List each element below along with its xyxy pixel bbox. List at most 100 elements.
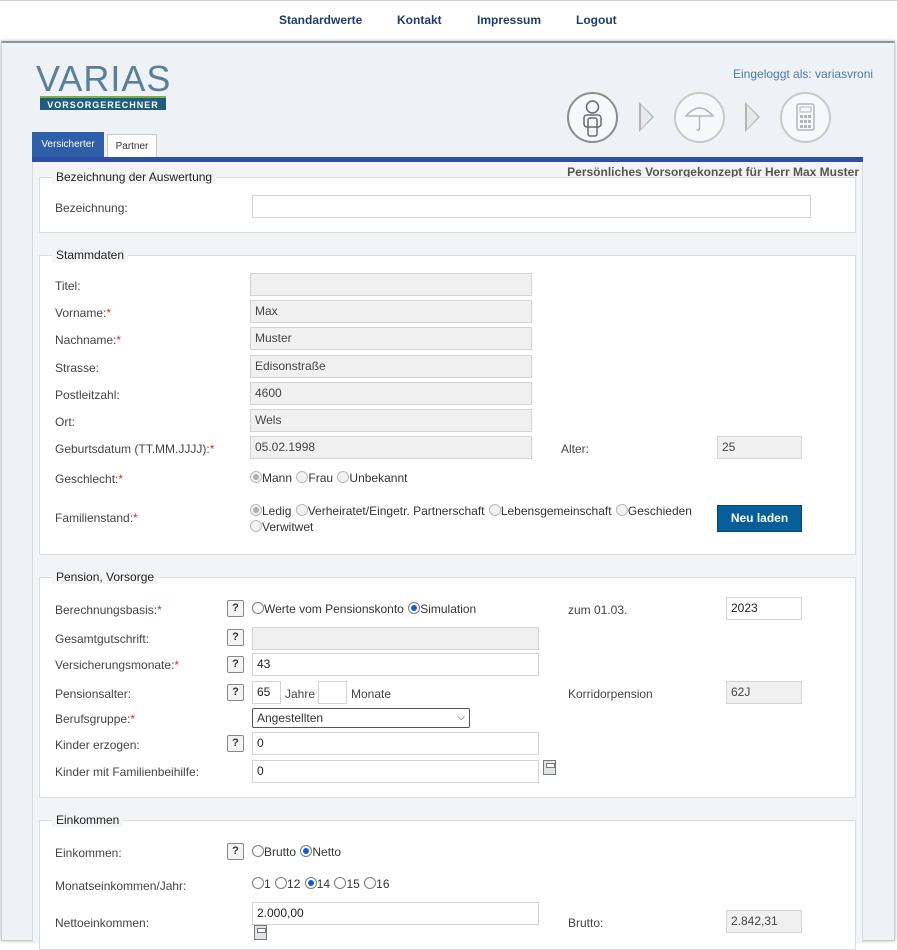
kinder-erzogen-input[interactable]: 0 [252,732,539,755]
section-legend: Einkommen [52,813,124,827]
varias-logo: VARIAS VORSORGERECHNER [36,58,172,110]
zum-jahr-input[interactable]: 2023 [726,597,802,620]
nav-impressum[interactable]: Impressum [477,13,541,27]
help-icon[interactable]: ? [227,656,244,673]
brutto-input[interactable]: 2.842,31 [726,910,802,933]
versicherungsmonate-input[interactable]: 43 [252,653,539,676]
help-icon[interactable]: ? [227,684,244,701]
radio-mann[interactable] [250,471,262,483]
radio-brutto[interactable] [252,845,264,857]
radio-1[interactable] [252,877,264,889]
alter-label: Alter: [561,442,590,456]
berufsgruppe-value: Angestellten [257,711,324,725]
berechnungsbasis-options: Werte vom Pensionskonto Simulation [252,602,477,616]
monatseinkommen-label: Monatseinkommen/Jahr: [55,879,187,893]
plz-label: Postleitzahl: [55,388,120,402]
plz-input[interactable]: 4600 [250,382,532,405]
calculator-step-icon[interactable] [780,92,831,143]
geburtsdatum-label: Geburtsdatum (TT.MM.JJJJ):* [55,442,215,456]
nettoeinkommen-input[interactable]: 2.000,00 [252,902,539,925]
radio-14[interactable] [304,877,317,889]
ort-input[interactable]: Wels [250,409,532,432]
radio-16[interactable] [364,877,377,889]
logo-word: VARIAS [36,58,172,99]
strasse-label: Strasse: [55,361,100,375]
einkommen-options: Brutto Netto [252,845,342,859]
nav-kontakt[interactable]: Kontakt [397,13,442,27]
help-icon[interactable]: ? [227,843,244,860]
step-arrow-icon [639,102,654,132]
chevron-down-icon: ⌵ [457,712,465,723]
alter-input[interactable]: 25 [717,436,802,459]
calculator-icon[interactable] [254,925,267,940]
geschlecht-options: Mann Frau Unbekannt [250,471,408,485]
nachname-input[interactable]: Muster [250,327,532,350]
help-icon[interactable]: ? [227,735,244,752]
radio-15[interactable] [334,877,347,889]
gesamtgutschrift-label: Gesamtgutschrift: [55,632,150,646]
nav-logout[interactable]: Logout [576,13,617,27]
logo-subtitle: VORSORGERECHNER [40,96,166,110]
versicherungsmonate-label: Versicherungsmonate:* [55,658,180,672]
brutto-label: Brutto: [568,916,604,930]
monate-unit: Monate [351,687,392,701]
top-navigation: Standardwerte Kontakt Impressum Logout [0,0,897,40]
bezeichnung-input[interactable] [252,195,811,218]
familienstand-options: Ledig Verheiratet/Eingetr. Partnerschaft… [250,504,693,518]
bezeichnung-label: Bezeichnung: [55,201,128,215]
berufsgruppe-label: Berufsgruppe:* [55,712,136,726]
kinder-familienbeihilfe-input[interactable]: 0 [252,760,539,783]
nachname-label: Nachname:* [55,333,122,347]
radio-frau[interactable] [296,471,309,483]
pensionsalter-jahre-input[interactable]: 65 [252,681,281,704]
radio-netto[interactable] [300,845,313,857]
radio-unbekannt[interactable] [337,471,350,483]
titel-input[interactable] [250,273,532,296]
section-legend: Pension, Vorsorge [52,570,159,584]
nav-standardwerte[interactable]: Standardwerte [279,13,362,27]
umbrella-step-icon[interactable] [674,92,725,143]
familienstand-options-2: Verwitwet [250,520,314,534]
zum-label: zum 01.03. [568,603,628,617]
geburtsdatum-input[interactable]: 05.02.1998 [250,436,532,459]
radio-geschieden[interactable] [615,504,628,516]
vorname-input[interactable]: Max [250,300,532,323]
radio-ledig[interactable] [250,504,262,516]
monatseinkommen-options: 1 12 14 15 16 [252,877,391,891]
nettoeinkommen-label: Nettoeinkommen: [55,916,150,930]
pensionsalter-label: Pensionsalter: [55,687,132,701]
gesamtgutschrift-input[interactable] [252,627,539,650]
kinder-familienbeihilfe-label: Kinder mit Familienbeihilfe: [55,765,200,779]
radio-verwitwet[interactable] [250,520,262,532]
korridorpension-input[interactable]: 62J [726,681,802,704]
radio-12[interactable] [275,877,288,889]
calculator-icon[interactable] [543,760,556,775]
geschlecht-label: Geschlecht:* [55,472,124,486]
login-status: Eingeloggt als: variasvroni [733,67,874,81]
tab-versicherter[interactable]: Versicherter [32,132,104,158]
familienstand-label: Familienstand:* [55,511,138,525]
jahre-unit: Jahre [285,687,316,701]
help-icon[interactable]: ? [227,600,244,617]
korridorpension-label: Korridorpension [568,687,653,701]
strasse-input[interactable]: Edisonstraße [250,355,532,378]
radio-pensionskonto[interactable] [252,602,264,614]
radio-simulation[interactable] [408,602,421,614]
titel-label: Titel: [55,279,81,293]
help-icon[interactable]: ? [227,629,244,646]
vorname-label: Vorname:* [55,306,112,320]
berufsgruppe-select[interactable]: Angestellten ⌵ [252,708,470,728]
einkommen-label: Einkommen: [55,846,122,860]
section-legend: Bezeichnung der Auswertung [52,170,217,184]
ort-label: Ort: [55,415,75,429]
tab-partner[interactable]: Partner [107,134,157,158]
radio-lebensgemeinschaft[interactable] [488,504,501,516]
kinder-erzogen-label: Kinder erzogen: [55,738,140,752]
radio-verheiratet[interactable] [295,504,308,516]
berechnungsbasis-label: Berechnungsbasis:* [55,603,162,617]
pensionsalter-monate-input[interactable] [318,681,347,704]
person-step-icon[interactable] [567,92,618,143]
section-legend: Stammdaten [52,248,129,262]
neu-laden-button[interactable]: Neu laden [717,505,802,532]
step-arrow-icon [745,102,760,132]
